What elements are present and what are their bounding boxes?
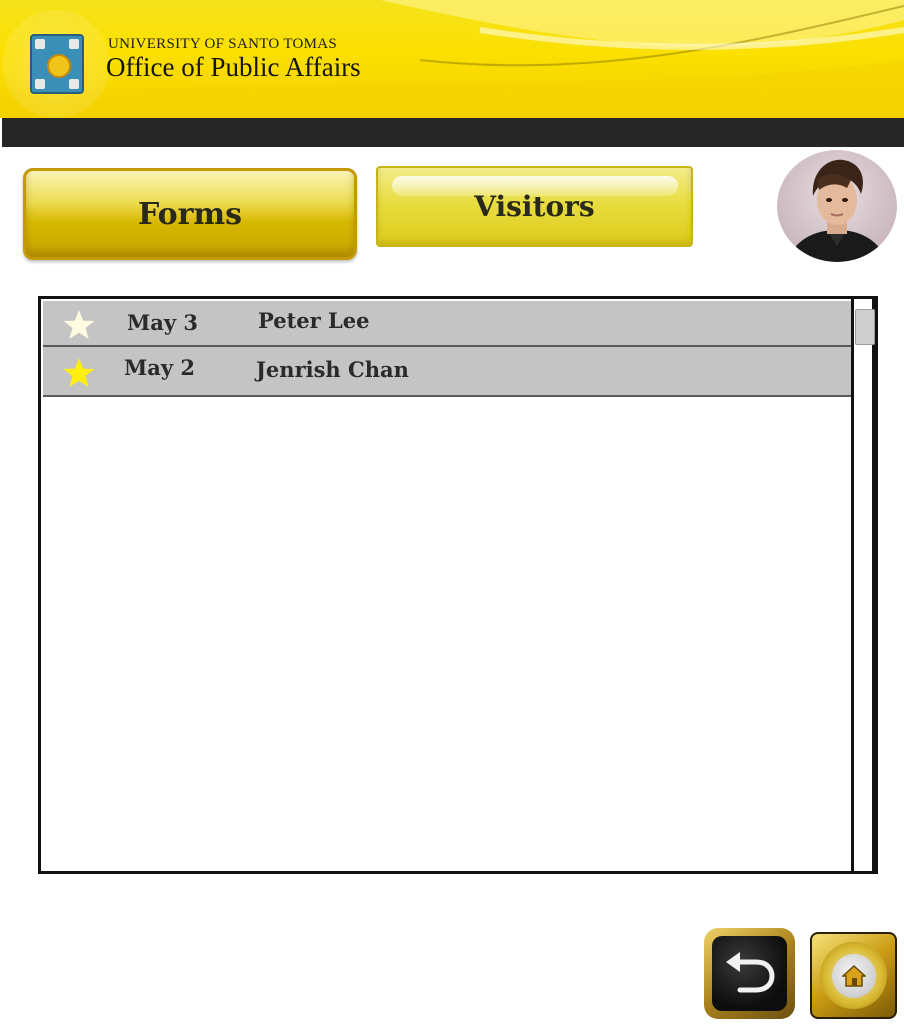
- seal-shield-icon: [30, 34, 84, 94]
- back-arrow-icon: [725, 951, 775, 992]
- header-divider-bar: [2, 118, 904, 147]
- star-icon[interactable]: [61, 356, 97, 395]
- list-item-name: Jenrish Chan: [256, 357, 409, 382]
- back-button[interactable]: [704, 928, 795, 1019]
- list-scrollbar[interactable]: [851, 299, 875, 871]
- tab-visitors[interactable]: Visitors: [376, 166, 693, 247]
- home-icon: [841, 964, 866, 987]
- visitors-list[interactable]: May 3 Peter Lee May 2 Jenrish Chan: [38, 296, 878, 874]
- tab-visitors-label: Visitors: [474, 190, 595, 223]
- scrollbar-thumb[interactable]: [855, 309, 875, 345]
- user-avatar[interactable]: [777, 150, 897, 262]
- tab-forms-label: Forms: [137, 196, 243, 232]
- list-item[interactable]: May 3 Peter Lee: [43, 301, 851, 347]
- list-item-date: May 3: [127, 310, 198, 335]
- star-icon[interactable]: [61, 308, 97, 347]
- list-item[interactable]: May 2 Jenrish Chan: [43, 347, 851, 397]
- office-name: Office of Public Affairs: [106, 52, 361, 82]
- tab-forms[interactable]: Forms: [23, 168, 357, 260]
- home-button[interactable]: [810, 932, 897, 1019]
- university-name: UNIVERSITY OF SANTO TOMAS: [108, 36, 338, 52]
- app-header: UNIVERSITY OF SANTO TOMAS Office of Publ…: [0, 0, 904, 118]
- list-item-name: Peter Lee: [258, 308, 370, 333]
- avatar-photo-icon: [787, 159, 887, 262]
- list-item-date: May 2: [124, 355, 195, 380]
- ust-seal-logo: [2, 10, 110, 118]
